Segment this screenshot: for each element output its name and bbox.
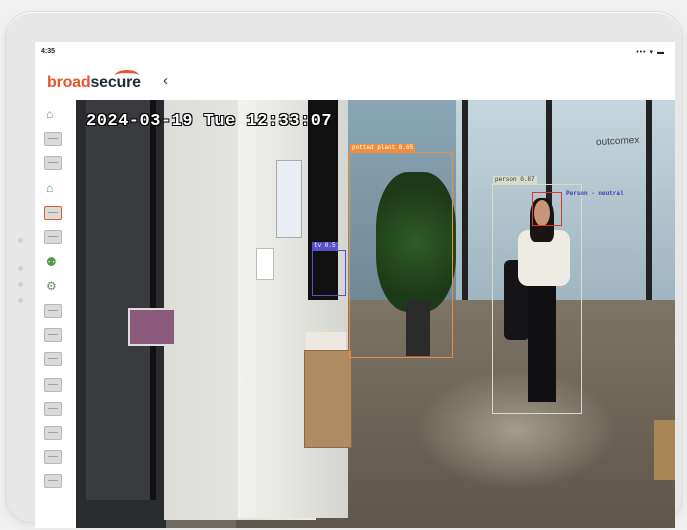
logo-text-primary: broad <box>47 74 91 91</box>
detection-box-tv[interactable] <box>312 250 346 296</box>
sidebar-item-thumbnail-icon[interactable] <box>44 426 62 440</box>
sidebar-item-thumbnail-icon[interactable] <box>44 352 62 366</box>
sidebar-item-thumbnail-icon[interactable] <box>44 328 62 342</box>
sidebar-item-thumbnail-icon[interactable] <box>44 378 62 392</box>
detection-box-face[interactable] <box>532 192 562 226</box>
scene-door <box>86 100 156 500</box>
scene-cardboard-box <box>654 420 675 480</box>
scene-poster <box>128 308 176 346</box>
sidebar-item-thumbnail-icon[interactable] <box>44 230 62 244</box>
detection-label-emotion: Person - neutral <box>566 190 624 197</box>
camera-icon: ⌂ <box>46 107 54 121</box>
detection-box-plant[interactable] <box>349 152 453 358</box>
window-brand-text: outcomex <box>595 134 640 149</box>
tablet-frame: 4:35 ••• ▾ ▬ broadsecure ‹ ⌂ ⌂ ⚉ ⚙ outcomex <box>6 12 682 528</box>
scene-window-frame <box>462 100 468 310</box>
sidebar-item-thumbnail-icon[interactable] <box>44 304 62 318</box>
camera-group-icon: ⚉ <box>46 255 57 269</box>
sidebar-item-thumbnail-icon[interactable] <box>44 402 62 416</box>
scene-wall-sign <box>256 248 274 280</box>
tablet-sensor-dot <box>18 282 23 287</box>
status-time: 4:35 <box>41 48 56 55</box>
detection-label-tv: tv 0.5 <box>312 242 338 250</box>
sidebar-item-camera-icon[interactable]: ⌂ <box>44 181 62 196</box>
sidebar-item-camera-icon[interactable]: ⌂ <box>44 107 62 122</box>
status-icons: ••• ▾ ▬ <box>636 49 665 56</box>
tablet-sensor-dot <box>18 298 23 303</box>
tablet-sensor-dot <box>18 266 23 271</box>
gear-icon: ⚙ <box>46 279 57 293</box>
app-header: broadsecure ‹ <box>35 64 675 101</box>
sidebar-item-gear-icon[interactable]: ⚙ <box>44 279 62 294</box>
detection-label-person: person 0.87 <box>493 176 537 184</box>
app-screen: 4:35 ••• ▾ ▬ broadsecure ‹ ⌂ ⌂ ⚉ ⚙ outcomex <box>35 42 675 528</box>
detection-label-plant: potted plant 0.65 <box>350 144 416 152</box>
tablet-sensor-dot <box>18 238 23 243</box>
sidebar-item-thumbnail-icon[interactable] <box>44 206 62 220</box>
back-button[interactable]: ‹ <box>163 72 168 89</box>
sidebar-item-thumbnail-icon[interactable] <box>44 450 62 464</box>
scene-cardboard-box <box>304 350 352 448</box>
scene-wall-notice <box>276 160 302 238</box>
sidebar-item-thumbnail-icon[interactable] <box>44 132 62 146</box>
camera-timestamp: 2024-03-19 Tue 12:33:07 <box>86 112 333 131</box>
status-bar: 4:35 ••• ▾ ▬ <box>35 42 675 64</box>
logo-swoosh-icon <box>115 70 139 81</box>
scene-box-lid <box>306 332 346 352</box>
camera-feed[interactable]: outcomex potted plant 0.65 person 0.87 P… <box>76 100 675 528</box>
scene-window-frame <box>646 100 652 310</box>
sidebar-item-thumbnail-icon[interactable] <box>44 474 62 488</box>
sidebar-item-thumbnail-icon[interactable] <box>44 156 62 170</box>
camera-icon: ⌂ <box>46 181 54 195</box>
camera-sidebar: ⌂ ⌂ ⚉ ⚙ <box>35 100 75 528</box>
sidebar-item-camera-group-icon[interactable]: ⚉ <box>44 255 62 270</box>
